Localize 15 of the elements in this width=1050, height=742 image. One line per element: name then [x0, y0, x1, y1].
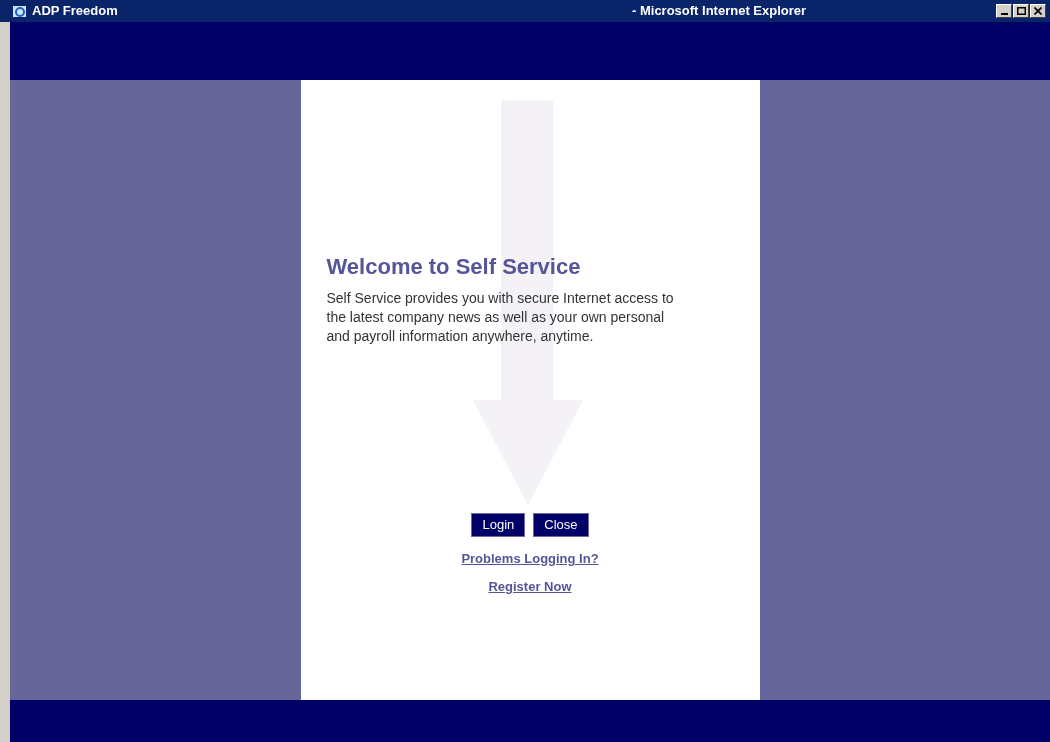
welcome-heading: Welcome to Self Service [326, 253, 581, 281]
register-link[interactable]: Register Now [488, 576, 572, 596]
minimize-icon [1000, 13, 1008, 15]
help-link[interactable]: Problems Logging In? [461, 549, 599, 569]
maximize-button[interactable] [1013, 4, 1029, 18]
browser-icon [12, 3, 28, 19]
close-button[interactable]: Close [533, 513, 589, 537]
intro-paragraph: Self Service provides you with secure Internet access to the latest company news as well as your own personal and payroll information anywhere, anytime. [326, 289, 675, 346]
window-title: ADP Freedom [32, 2, 119, 21]
minimize-button[interactable] [996, 4, 1012, 18]
maximize-icon [1016, 7, 1026, 15]
close-icon [1034, 7, 1042, 15]
app-title: - Microsoft Internet Explorer [632, 2, 807, 21]
close-button[interactable] [1030, 4, 1046, 18]
login-button[interactable]: Login [471, 513, 526, 537]
